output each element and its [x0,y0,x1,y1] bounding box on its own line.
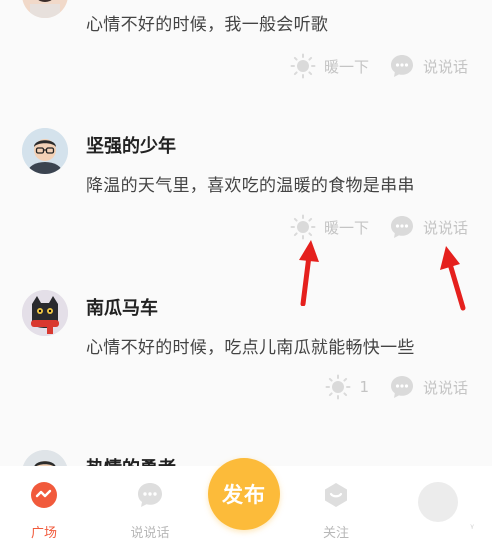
sun-icon [325,374,351,400]
chat-bubble-icon [138,483,162,507]
speech-bubble-icon [390,55,413,77]
comment-label: 说说话 [422,57,468,76]
comment-button[interactable]: 说说话 [389,214,468,240]
warm-button[interactable]: 1 [325,374,369,400]
warm-label: 暖一下 [323,218,369,237]
annotation-arrow-warm [299,240,319,306]
user-name[interactable]: 南瓜马车 [86,294,158,320]
profile-avatar[interactable] [418,482,458,522]
plaza-icon [31,482,57,508]
comment-label: 说说话 [422,218,468,237]
sun-icon [290,53,316,79]
tab-chat[interactable]: 说说话 [120,480,180,541]
warm-button[interactable]: 暖一下 [290,53,369,79]
speech-bubble-icon [390,376,413,398]
comment-button[interactable]: 说说话 [389,374,468,400]
tab-label: 关注 [322,526,349,541]
warm-count: 1 [359,378,369,396]
speech-bubble-icon [390,216,413,238]
post-content: 心情不好的时候，吃点儿南瓜就能畅快一些 [86,338,415,358]
avatar[interactable] [22,290,68,336]
tab-label: 说说话 [130,526,170,541]
warm-label: 暖一下 [323,57,369,76]
publish-button[interactable]: 发布 [208,458,280,530]
annotation-arrow-comment [440,246,466,311]
tab-label: 广场 [30,526,57,541]
comment-label: 说说话 [422,378,468,397]
avatar[interactable] [22,0,68,18]
post-actions: 暖一下 说说话 [270,53,468,79]
tab-plaza[interactable]: 广场 [14,480,74,541]
tab-follow[interactable]: 关注 [306,480,366,541]
post-content: 心情不好的时候，我一般会听歌 [86,15,329,35]
watermark-mark: ᵞ [470,523,474,534]
post-actions: 1 说说话 [305,374,468,400]
avatar[interactable] [22,128,68,174]
follow-icon [325,483,347,507]
comment-button[interactable]: 说说话 [389,53,468,79]
bottom-tab-bar: 广场 说说话 发布 关注 ᵞ [0,458,492,554]
post-content: 降温的天气里，喜欢吃的温暖的食物是串串 [86,176,415,196]
user-name[interactable]: 坚强的少年 [86,132,176,158]
